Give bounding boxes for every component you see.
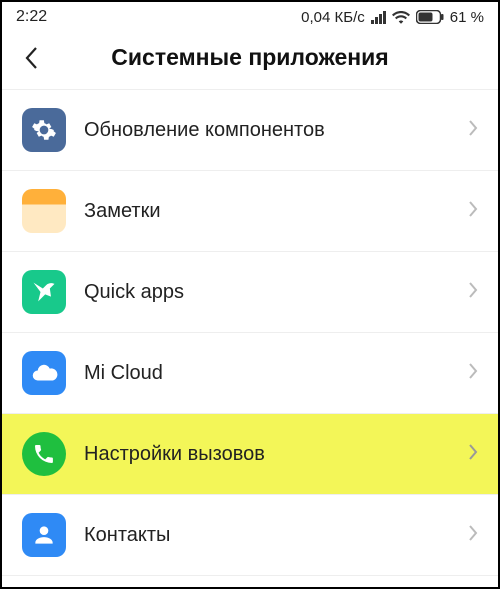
- cloud-icon: [22, 351, 66, 395]
- page-title: Системные приложения: [16, 44, 484, 71]
- row-label: Заметки: [84, 200, 468, 223]
- row-contacts[interactable]: Контакты: [2, 495, 498, 576]
- battery-icon: [416, 10, 444, 24]
- status-time: 2:22: [16, 8, 47, 26]
- person-icon: [22, 513, 66, 557]
- status-right: 0,04 КБ/с 61 %: [301, 9, 484, 26]
- row-notes[interactable]: Заметки: [2, 171, 498, 252]
- chevron-right-icon: [468, 362, 478, 385]
- row-label: Mi Cloud: [84, 362, 468, 385]
- status-battery-pct: 61 %: [450, 9, 484, 26]
- phone-icon: [22, 432, 66, 476]
- notes-icon: [22, 189, 66, 233]
- chevron-right-icon: [468, 443, 478, 466]
- row-mi-cloud[interactable]: Mi Cloud: [2, 333, 498, 414]
- chevron-right-icon: [468, 524, 478, 547]
- row-label: Quick apps: [84, 281, 468, 304]
- settings-list: Обновление компонентов Заметки Quick app…: [2, 89, 498, 576]
- chevron-right-icon: [468, 119, 478, 142]
- gear-icon: [22, 108, 66, 152]
- status-net-speed: 0,04 КБ/с: [301, 9, 365, 26]
- row-quick-apps[interactable]: Quick apps: [2, 252, 498, 333]
- header: Системные приложения: [2, 30, 498, 89]
- chevron-right-icon: [468, 200, 478, 223]
- screen: 2:22 0,04 КБ/с 61 % Системные приложения: [0, 0, 500, 589]
- bird-icon: [22, 270, 66, 314]
- row-label: Настройки вызовов: [84, 443, 468, 466]
- wifi-icon: [392, 10, 410, 24]
- row-component-update[interactable]: Обновление компонентов: [2, 89, 498, 171]
- status-bar: 2:22 0,04 КБ/с 61 %: [2, 2, 498, 30]
- row-label: Обновление компонентов: [84, 119, 468, 142]
- cellular-signal-icon: [371, 11, 386, 24]
- chevron-right-icon: [468, 281, 478, 304]
- row-call-settings[interactable]: Настройки вызовов: [2, 414, 498, 495]
- row-label: Контакты: [84, 524, 468, 547]
